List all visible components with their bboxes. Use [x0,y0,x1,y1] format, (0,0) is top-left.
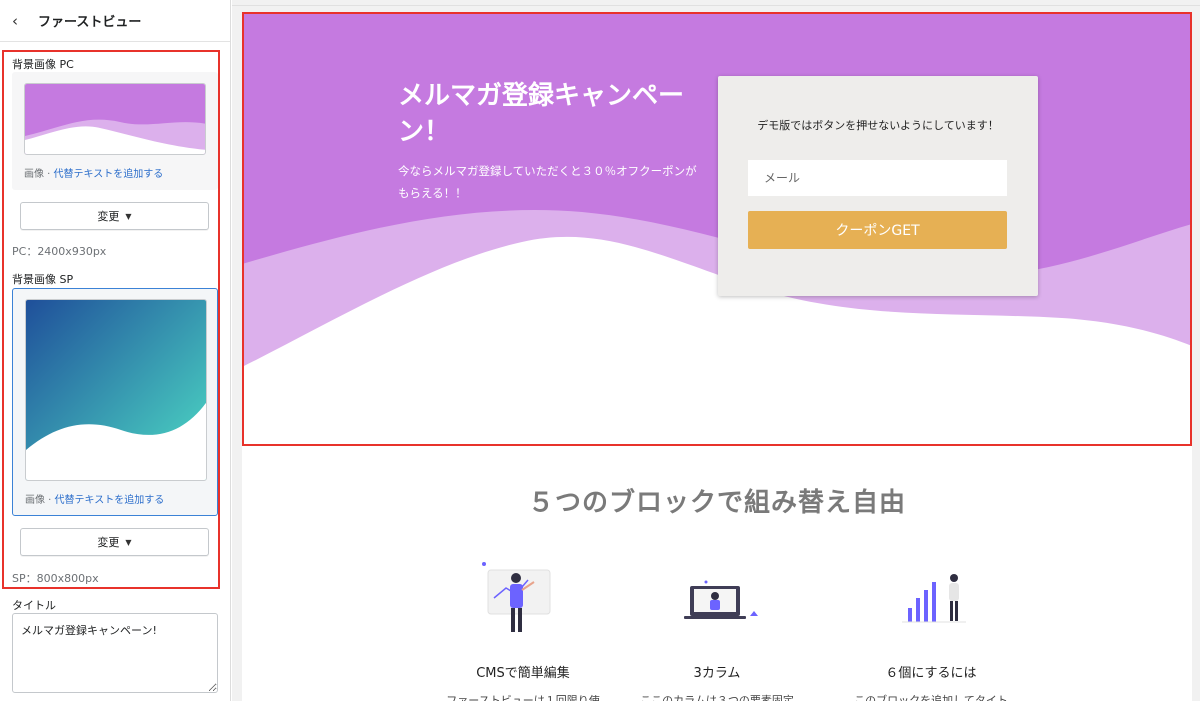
title-field-label: タイトル [12,599,56,612]
video-call-illustration [684,580,758,619]
settings-sidebar: ‹ ファーストビュー 背景画像 PC 画像 · 代替テキストを追加する 変更 ▼ … [0,0,231,701]
preview-page: メルマガ登録キャンペーン！ 今ならメルマガ登録していただくと３０％オフクーポンが… [242,12,1192,701]
sidebar-title: ファーストビュー [38,15,142,30]
sidebar-header: ‹ ファーストビュー [0,0,230,42]
email-field[interactable] [748,160,1007,196]
highlight-outline [2,50,220,589]
cms-editing-illustration [482,562,551,632]
feature-title: ６個にするには [885,666,977,681]
feature-title: CMSで簡単編集 [476,666,570,681]
feature-description: ファーストビューは１回限り使 [446,694,600,701]
preview-pane: メルマガ登録キャンペーン！ 今ならメルマガ登録していただくと３０％オフクーポンが… [232,0,1200,701]
title-textarea[interactable]: メルマガ登録キャンペーン! [12,613,218,693]
signup-form-card: デモ版ではボタンを押せないようにしています！ クーポンGET [718,76,1038,296]
hero-subtitle: 今ならメルマガ登録していただくと３０％オフクーポンがもらえる！！ [398,164,697,200]
demo-note: デモ版ではボタンを押せないようにしています！ [757,119,999,132]
blocks-section-title: ５つのブロックで組み替え自由 [527,488,906,518]
get-coupon-button[interactable]: クーポンGET [748,211,1007,249]
feature-description: ここのカラムは３つの要素固定 [640,694,794,701]
hero-title: メルマガ登録キャンペーン！ [398,81,685,147]
preview-toolbar-strip [232,0,1200,6]
feature-description: このブロックを追加してタイト [854,694,1008,701]
feature-title: 3カラム [693,666,741,681]
hero-wave-background [242,210,1192,446]
hero-section: メルマガ登録キャンペーン！ 今ならメルマガ登録していただくと３０％オフクーポンが… [242,12,1192,446]
bar-chart-illustration [902,574,966,623]
chevron-left-icon[interactable]: ‹ [12,12,34,30]
